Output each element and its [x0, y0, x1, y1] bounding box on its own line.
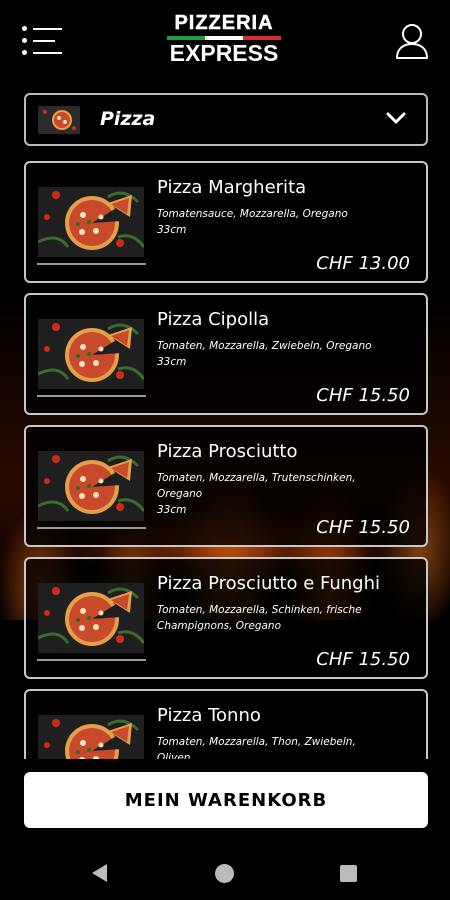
user-icon: [396, 24, 428, 59]
product-card[interactable]: Pizza Cipolla Tomaten, Mozzarella, Zwiebe…: [24, 293, 428, 415]
logo-top-text: PIZZERIA: [174, 12, 274, 35]
logo[interactable]: PIZZERIA EXPRESS: [165, 12, 283, 68]
product-title: Pizza Cipolla: [157, 309, 270, 330]
product-description: Tomaten, Mozzarella, Zwiebeln, Oregano 33…: [157, 338, 387, 370]
pizza-image: [38, 187, 144, 257]
product-description: Tomaten, Mozzarella, Schinken, frische Ch…: [157, 602, 387, 634]
product-title: Pizza Tonno: [157, 705, 261, 726]
back-icon[interactable]: [92, 864, 107, 882]
product-title: Pizza Margherita: [157, 177, 307, 198]
product-desc-line1: Tomaten, Mozzarella, Thon, Zwiebeln, Oli…: [157, 736, 356, 759]
product-desc-line2: 33cm: [157, 356, 187, 368]
product-desc-line2: 33cm: [157, 224, 187, 236]
pizza-image: [38, 583, 144, 653]
menu-button[interactable]: [22, 24, 64, 56]
pizza-image: [38, 451, 144, 521]
category-dropdown[interactable]: Pizza: [24, 93, 428, 146]
app-header: PIZZERIA EXPRESS: [0, 0, 450, 86]
cart-button[interactable]: MEIN WARENKORB: [24, 772, 428, 828]
product-price: CHF 15.50: [316, 649, 410, 670]
image-underline: [37, 527, 146, 529]
system-nav-bar: [0, 844, 450, 900]
product-card[interactable]: Pizza Tonno Tomaten, Mozzarella, Thon, Zw…: [24, 689, 428, 759]
pizza-image: [38, 715, 144, 759]
product-description: Tomatensauce, Mozzarella, Oregano 33cm: [157, 206, 387, 238]
pizza-image: [38, 319, 144, 389]
product-desc-line2: Champignons, Oregano: [157, 620, 281, 632]
recents-icon[interactable]: [340, 865, 357, 882]
product-card[interactable]: Pizza Prosciutto Tomaten, Mozzarella, Tru…: [24, 425, 428, 547]
product-card[interactable]: Pizza Margherita Tomatensauce, Mozzarella…: [24, 161, 428, 283]
image-underline: [37, 395, 146, 397]
product-desc-line1: Tomaten, Mozzarella, Schinken, frische: [157, 604, 362, 616]
product-description: Tomaten, Mozzarella, Thon, Zwiebeln, Oli…: [157, 734, 387, 759]
image-underline: [37, 659, 146, 661]
product-title: Pizza Prosciutto: [157, 441, 298, 462]
product-list[interactable]: Pizza Margherita Tomatensauce, Mozzarella…: [24, 161, 428, 759]
product-desc-line2: 33cm: [157, 504, 187, 516]
category-thumbnail: [38, 106, 80, 134]
user-button[interactable]: [394, 22, 430, 60]
chevron-down-icon: [386, 112, 406, 124]
image-underline: [37, 263, 146, 265]
category-label: Pizza: [100, 108, 156, 130]
product-desc-line1: Tomaten, Mozzarella, Trutenschinken, Ore…: [157, 472, 356, 500]
product-price: CHF 13.00: [316, 253, 410, 274]
product-desc-line1: Tomaten, Mozzarella, Zwiebeln, Oregano: [157, 340, 372, 352]
product-description: Tomaten, Mozzarella, Trutenschinken, Ore…: [157, 470, 387, 518]
product-price: CHF 15.50: [316, 385, 410, 406]
product-desc-line1: Tomatensauce, Mozzarella, Oregano: [157, 208, 348, 220]
home-icon[interactable]: [215, 864, 234, 883]
product-title: Pizza Prosciutto e Funghi: [157, 573, 381, 594]
logo-bottom-text: EXPRESS: [169, 40, 279, 66]
product-price: CHF 15.50: [316, 517, 410, 538]
product-card[interactable]: Pizza Prosciutto e Funghi Tomaten, Mozzar…: [24, 557, 428, 679]
